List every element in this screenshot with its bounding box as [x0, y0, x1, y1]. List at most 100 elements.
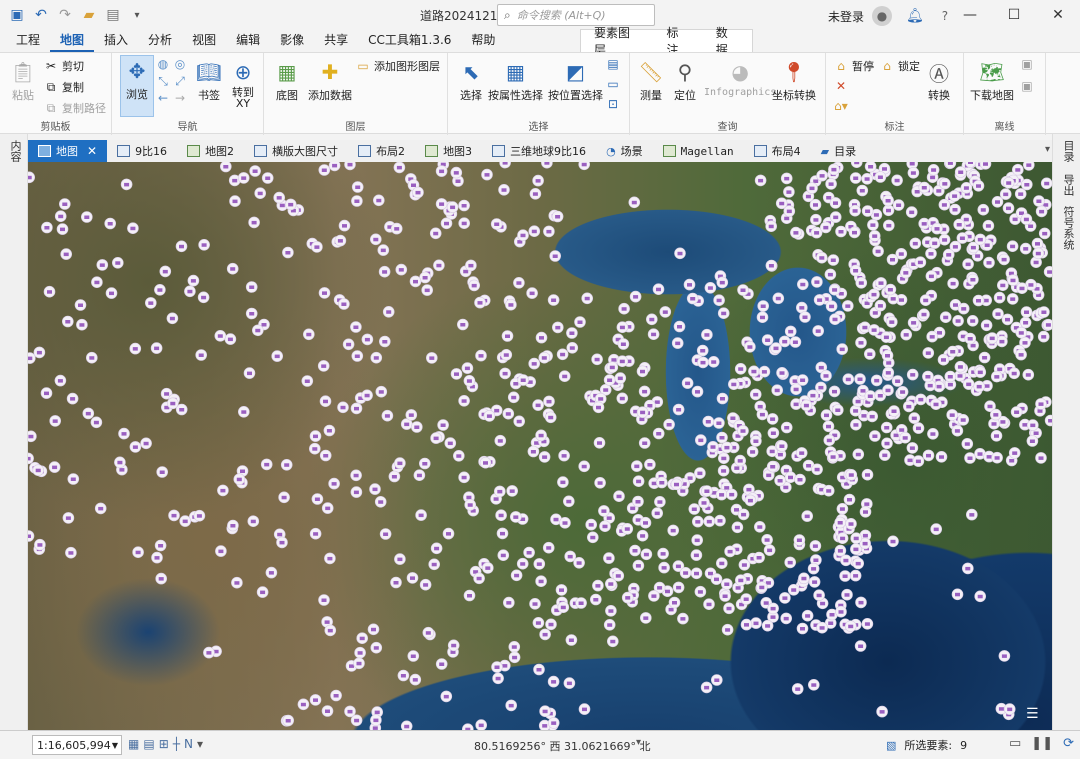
point-marker[interactable] — [227, 519, 239, 532]
point-marker[interactable] — [639, 516, 652, 529]
point-marker[interactable] — [529, 597, 541, 610]
point-marker[interactable] — [184, 285, 196, 298]
point-marker[interactable] — [166, 312, 179, 325]
point-marker[interactable] — [679, 566, 692, 579]
point-marker[interactable] — [1007, 274, 1019, 286]
point-marker[interactable] — [740, 618, 753, 631]
point-marker[interactable] — [868, 324, 880, 336]
point-marker[interactable] — [957, 302, 970, 315]
point-marker[interactable] — [839, 570, 851, 582]
point-marker[interactable] — [667, 524, 680, 537]
point-marker[interactable] — [309, 694, 322, 706]
point-marker[interactable] — [338, 219, 351, 232]
point-marker[interactable] — [1003, 703, 1016, 715]
point-marker[interactable] — [319, 395, 332, 407]
point-marker[interactable] — [861, 205, 874, 217]
table-icon[interactable]: ▤ — [143, 737, 154, 751]
point-marker[interactable] — [535, 429, 547, 442]
point-marker[interactable] — [606, 635, 619, 648]
point-marker[interactable] — [744, 341, 756, 353]
point-marker[interactable] — [617, 338, 630, 350]
point-marker[interactable] — [967, 273, 979, 286]
point-marker[interactable] — [690, 567, 703, 580]
point-marker[interactable] — [938, 233, 951, 246]
point-marker[interactable] — [175, 240, 188, 253]
remove-offline-icon[interactable]: ▣ — [1020, 79, 1034, 93]
point-marker[interactable] — [586, 531, 599, 544]
point-marker[interactable] — [922, 347, 935, 359]
point-marker[interactable] — [497, 549, 510, 562]
point-marker[interactable] — [318, 164, 331, 176]
point-marker[interactable] — [495, 509, 507, 522]
point-marker[interactable] — [868, 230, 881, 242]
point-marker[interactable] — [217, 484, 229, 497]
point-marker[interactable] — [464, 498, 477, 511]
point-marker[interactable] — [772, 292, 785, 305]
point-marker[interactable] — [801, 510, 814, 522]
point-marker[interactable] — [616, 392, 629, 405]
point-marker[interactable] — [351, 181, 364, 193]
basemap-button[interactable]: ▦ 底图 — [272, 57, 302, 103]
point-marker[interactable] — [659, 306, 672, 318]
point-marker[interactable] — [82, 407, 95, 420]
point-marker[interactable] — [724, 545, 736, 558]
point-marker[interactable] — [321, 502, 334, 514]
point-marker[interactable] — [547, 675, 560, 688]
attribute-table-icon[interactable]: ▤ — [606, 57, 620, 71]
point-marker[interactable] — [651, 507, 664, 519]
point-marker[interactable] — [849, 569, 862, 582]
point-marker[interactable] — [578, 162, 590, 171]
point-marker[interactable] — [621, 591, 634, 604]
close-button[interactable]: ✕ — [1036, 0, 1080, 30]
point-marker[interactable] — [645, 313, 658, 326]
point-marker[interactable] — [309, 527, 322, 540]
point-marker[interactable] — [835, 225, 847, 238]
point-marker[interactable] — [749, 388, 762, 401]
point-marker[interactable] — [717, 464, 730, 477]
point-marker[interactable] — [297, 698, 310, 711]
point-marker[interactable] — [328, 162, 341, 172]
point-marker[interactable] — [850, 418, 862, 431]
point-marker[interactable] — [919, 294, 932, 306]
point-marker[interactable] — [334, 234, 347, 247]
point-marker[interactable] — [834, 544, 847, 557]
point-marker[interactable] — [193, 509, 206, 522]
point-marker[interactable] — [556, 348, 569, 361]
point-marker[interactable] — [874, 171, 887, 183]
point-marker[interactable] — [795, 447, 808, 459]
point-marker[interactable] — [311, 493, 324, 505]
point-marker[interactable] — [827, 254, 840, 266]
point-marker[interactable] — [867, 219, 879, 231]
point-marker[interactable] — [1015, 326, 1028, 339]
point-marker[interactable] — [496, 527, 509, 540]
point-marker[interactable] — [390, 576, 402, 589]
point-marker[interactable] — [562, 495, 575, 508]
point-marker[interactable] — [167, 397, 179, 410]
point-marker[interactable] — [494, 434, 507, 447]
point-marker[interactable] — [849, 264, 862, 277]
point-marker[interactable] — [575, 597, 587, 609]
point-marker[interactable] — [914, 256, 927, 268]
point-marker[interactable] — [321, 705, 334, 717]
point-marker[interactable] — [265, 566, 278, 579]
point-marker[interactable] — [836, 343, 849, 355]
point-marker[interactable] — [861, 468, 874, 481]
export-pane-tab[interactable]: 导出 — [1060, 174, 1076, 196]
point-marker[interactable] — [603, 552, 615, 564]
point-marker[interactable] — [555, 584, 568, 596]
point-marker[interactable] — [810, 213, 822, 226]
point-marker[interactable] — [249, 165, 261, 177]
point-marker[interactable] — [132, 546, 144, 559]
point-marker[interactable] — [461, 362, 474, 374]
map-tips-icon[interactable]: ▭ — [1009, 736, 1021, 751]
point-marker[interactable] — [717, 307, 730, 319]
point-marker[interactable] — [179, 515, 191, 527]
point-marker[interactable] — [76, 318, 88, 331]
point-marker[interactable] — [505, 298, 517, 311]
measure-button[interactable]: 📏︎ 测量 — [636, 57, 666, 103]
point-marker[interactable] — [850, 532, 863, 545]
point-marker[interactable] — [813, 589, 825, 602]
point-marker[interactable] — [1022, 368, 1035, 381]
point-marker[interactable] — [375, 385, 388, 398]
point-marker[interactable] — [806, 182, 818, 194]
